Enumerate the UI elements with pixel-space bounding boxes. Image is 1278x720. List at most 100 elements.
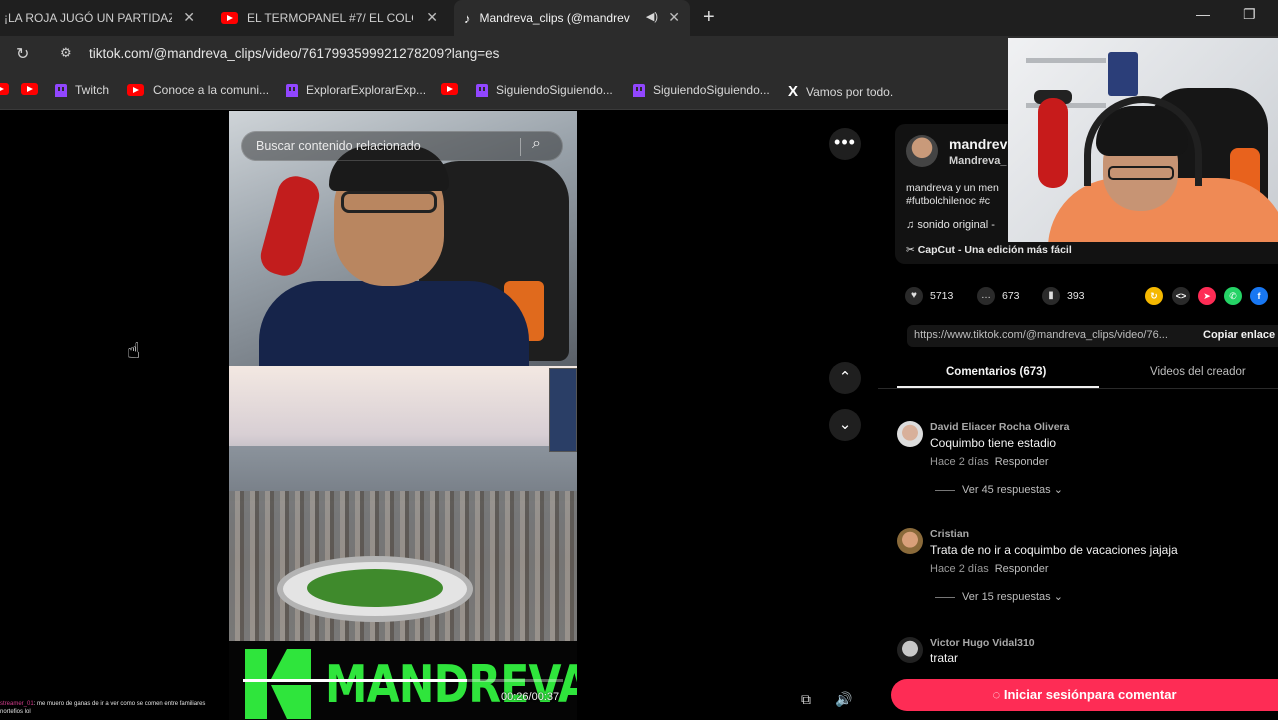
stream-chat-overlay: streamer_01: me muero de ganas de ir a v… bbox=[0, 700, 229, 720]
login-label: Iniciar sesiónpara comentar bbox=[1003, 687, 1177, 702]
reply-button[interactable]: Responder bbox=[995, 456, 1049, 468]
capcut-icon: ✂ bbox=[906, 244, 918, 256]
avatar[interactable] bbox=[897, 637, 923, 663]
video-description: mandreva y un men #futbolchilenoc #c bbox=[906, 182, 999, 207]
bookmark-item[interactable]: Conoce a la comuni... bbox=[127, 83, 269, 97]
bookmark-item[interactable]: X Vamos por todo. bbox=[788, 83, 893, 100]
brand-name: MANDREVA bbox=[325, 655, 577, 715]
capcut-label: CapCut - Una edición más fácil bbox=[917, 244, 1072, 256]
copy-link-button[interactable]: Copiar enlace bbox=[1203, 329, 1275, 341]
tab-creator-videos[interactable]: Videos del creador bbox=[1150, 366, 1246, 378]
new-tab-button[interactable]: + bbox=[703, 6, 715, 29]
search-icon[interactable]: ⌕ bbox=[532, 135, 541, 153]
bookmark-item[interactable] bbox=[441, 83, 458, 95]
browser-tab-2[interactable]: EL TERMOPANEL #7/ EL COLO I ✕ bbox=[213, 0, 448, 36]
url-field[interactable]: tiktok.com/@mandreva_clips/video/7617993… bbox=[89, 46, 499, 61]
sound-link[interactable]: ♫ sonido original - bbox=[906, 219, 995, 231]
comment-text: Coquimbo tiene estadio bbox=[930, 436, 1057, 450]
bookmark-item[interactable]: SiguiendoSiguiendo... bbox=[476, 83, 613, 97]
restore-icon[interactable]: ❐ bbox=[1243, 6, 1256, 23]
music-note-icon: ♫ bbox=[906, 219, 918, 231]
comment-button[interactable]: … 673 bbox=[977, 287, 1020, 305]
replies-label: Ver 15 respuestas bbox=[962, 591, 1051, 603]
speaker-icon[interactable]: ◀) bbox=[646, 10, 658, 23]
comments-count: 673 bbox=[1002, 290, 1020, 302]
bookmark-item[interactable] bbox=[21, 83, 38, 95]
sound-label: sonido original - bbox=[917, 219, 995, 231]
view-replies-button[interactable]: Ver 15 respuestas ⌄ bbox=[935, 590, 1063, 603]
heart-icon: ♥ bbox=[905, 287, 923, 305]
more-options-button[interactable]: ••• bbox=[829, 128, 861, 160]
bookmark-label: Conoce a la comuni... bbox=[153, 83, 270, 97]
youtube-icon bbox=[127, 84, 144, 96]
glasses-shape bbox=[1108, 166, 1174, 180]
chevron-down-icon: ⌄ bbox=[1050, 591, 1063, 603]
avatar[interactable] bbox=[897, 421, 923, 447]
search-input[interactable]: Buscar contenido relacionado bbox=[256, 139, 421, 153]
bookmark-twitch[interactable]: Twitch bbox=[55, 83, 109, 97]
tab-title: EL TERMOPANEL #7/ EL COLO I bbox=[247, 11, 413, 25]
tab-comments[interactable]: Comentarios (673) bbox=[946, 366, 1046, 378]
author-name[interactable]: mandrev bbox=[949, 136, 1007, 152]
tiktok-icon: ♪ bbox=[464, 10, 471, 26]
streamer-webcam bbox=[1008, 38, 1278, 242]
view-replies-button[interactable]: Ver 45 respuestas ⌄ bbox=[935, 483, 1063, 496]
video-frame-city bbox=[229, 366, 577, 641]
chat-username: streamer_01 bbox=[0, 701, 34, 707]
next-video-button[interactable]: ⌄ bbox=[829, 409, 861, 441]
browser-tab-1[interactable]: ¡LA ROJA JUGÓ UN PARTIDAZO ✕ bbox=[0, 0, 205, 36]
close-icon[interactable]: ✕ bbox=[668, 9, 680, 26]
video-progress-bar[interactable] bbox=[243, 679, 563, 682]
bookmark-item[interactable]: SiguiendoSiguiendo... bbox=[633, 83, 770, 97]
reload-icon[interactable]: ↻ bbox=[16, 44, 29, 64]
browser-tab-3-active[interactable]: ♪ Mandreva_clips (@mandreva ◀) ✕ bbox=[454, 0, 690, 36]
capcut-link[interactable]: ✂ CapCut - Una edición más fácil bbox=[906, 244, 1072, 256]
chevron-down-icon: ⌄ bbox=[1050, 484, 1063, 496]
tab-title: Mandreva_clips (@mandreva bbox=[479, 11, 630, 25]
bookmark-label: SiguiendoSiguiendo... bbox=[653, 83, 770, 97]
comment-username[interactable]: David Eliacer Rocha Olivera bbox=[930, 421, 1069, 433]
bookmark-item[interactable]: ExplorarExplorarExp... bbox=[286, 83, 426, 97]
brand-logo bbox=[245, 649, 313, 719]
twitch-icon bbox=[286, 83, 298, 97]
microphone-shape bbox=[256, 172, 324, 280]
comment-username[interactable]: Victor Hugo Vidal310 bbox=[930, 637, 1035, 649]
video-player[interactable]: Buscar contenido relacionado ⌕ MANDREVA … bbox=[229, 111, 577, 720]
youtube-icon bbox=[441, 83, 458, 95]
site-settings-icon[interactable]: ⚙ bbox=[60, 45, 72, 61]
whatsapp-icon[interactable]: ✆ bbox=[1224, 287, 1242, 305]
facebook-icon[interactable]: f bbox=[1250, 287, 1268, 305]
miniplayer-icon[interactable]: ⧉ bbox=[795, 688, 817, 710]
twitch-icon bbox=[476, 83, 488, 97]
progress-fill bbox=[243, 679, 467, 682]
minimize-icon[interactable]: — bbox=[1196, 6, 1210, 22]
save-button[interactable]: ▮ 393 bbox=[1042, 287, 1085, 305]
video-time: 00:26/00:37 bbox=[501, 691, 560, 703]
related-search[interactable]: Buscar contenido relacionado ⌕ bbox=[241, 131, 563, 161]
like-button[interactable]: ♥ 5713 bbox=[905, 287, 953, 305]
comment-username[interactable]: Cristian bbox=[930, 528, 969, 540]
close-icon[interactable]: ✕ bbox=[426, 9, 438, 26]
share-url: https://www.tiktok.com/@mandreva_clips/v… bbox=[914, 329, 1168, 341]
previous-video-button[interactable]: ⌃ bbox=[829, 362, 861, 394]
reply-button[interactable]: Responder bbox=[995, 563, 1049, 575]
send-icon[interactable]: ➤ bbox=[1198, 287, 1216, 305]
login-to-comment-button[interactable]: ◌ Iniciar sesiónpara comentar bbox=[891, 679, 1278, 711]
x-icon: X bbox=[788, 83, 799, 100]
comment-text: tratar bbox=[930, 651, 959, 663]
divider bbox=[520, 138, 521, 156]
close-icon[interactable]: ✕ bbox=[183, 9, 195, 26]
comment-time: Hace 2 días bbox=[930, 456, 989, 468]
embed-icon[interactable]: <> bbox=[1172, 287, 1190, 305]
twitch-icon bbox=[55, 83, 67, 97]
repost-icon[interactable]: ↻ bbox=[1145, 287, 1163, 305]
comment-icon: ◌ bbox=[992, 687, 1004, 702]
share-link-row: https://www.tiktok.com/@mandreva_clips/v… bbox=[907, 325, 1278, 347]
browser-tab-bar: ¡LA ROJA JUGÓ UN PARTIDAZO ✕ EL TERMOPAN… bbox=[0, 0, 1278, 36]
volume-icon[interactable]: 🔊 bbox=[833, 688, 855, 710]
author-handle[interactable]: Mandreva_ bbox=[949, 155, 1006, 167]
bookmark-item[interactable] bbox=[0, 83, 9, 95]
avatar[interactable] bbox=[906, 135, 938, 167]
comment-text: Trata de no ir a coquimbo de vacaciones … bbox=[930, 543, 1178, 557]
avatar[interactable] bbox=[897, 528, 923, 554]
